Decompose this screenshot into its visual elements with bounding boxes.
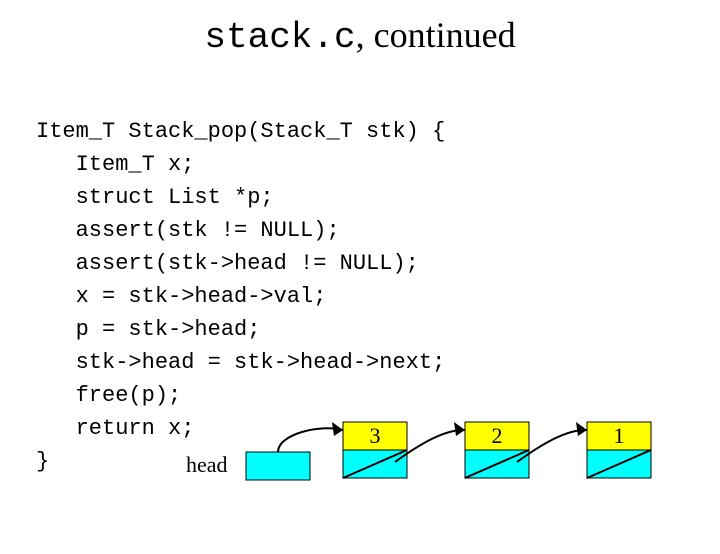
code-line: p = stk->head; (36, 317, 260, 342)
head-pointer-label: head (186, 452, 228, 478)
code-line: struct List *p; (36, 185, 274, 210)
code-line: free(p); (36, 383, 181, 408)
code-line: x = stk->head->val; (36, 284, 326, 309)
title-filename: stack.c (204, 17, 355, 58)
code-line: Item_T Stack_pop(Stack_T stk) { (36, 119, 445, 144)
code-line: assert(stk->head != NULL); (36, 251, 419, 276)
code-line: stk->head = stk->head->next; (36, 350, 445, 375)
code-line: assert(stk != NULL); (36, 218, 340, 243)
code-listing: Item_T Stack_pop(Stack_T stk) { Item_T x… (36, 82, 720, 478)
title-suffix: , continued (356, 15, 516, 55)
slide-title: stack.c, continued (0, 14, 720, 58)
code-line: return x; (36, 416, 194, 441)
code-line: } (36, 449, 49, 474)
code-line: Item_T x; (36, 152, 194, 177)
